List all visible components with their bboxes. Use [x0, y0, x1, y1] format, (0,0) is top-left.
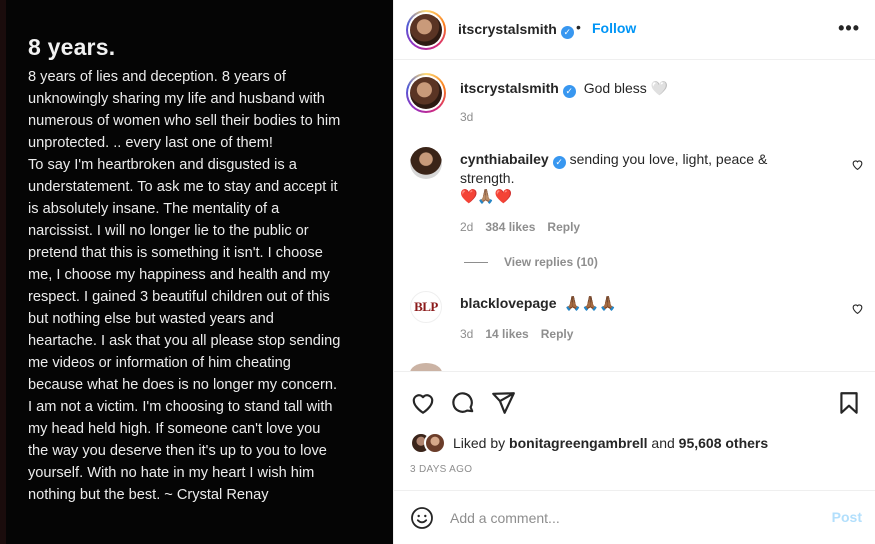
post-button[interactable]: Post [832, 509, 862, 525]
comment-username[interactable]: cynthiabailey [460, 151, 549, 167]
comment-time[interactable]: 3d [460, 327, 473, 341]
verified-badge-icon: ✓ [552, 156, 566, 169]
comment-body-line: sending you love, light, peace & [569, 151, 768, 167]
comment-meta: 3d 14 likes Reply [460, 327, 573, 341]
share-paper-plane-icon[interactable] [490, 390, 516, 416]
image-text-line: my head held high. If someone can't love… [28, 421, 321, 437]
image-title: 8 years. [28, 34, 116, 60]
post-sidebar: itscrystalsmith ✓ • Follow ••• itscrystal… [393, 0, 875, 544]
image-text-line: heartache. I ask that you all please sto… [28, 333, 341, 349]
image-text-line: but nothing else but wasted years and [28, 311, 274, 327]
comment-avatar-partial[interactable] [410, 363, 442, 371]
verified-badge-icon: ✓ [562, 85, 576, 98]
comment-avatar[interactable]: BLP [410, 291, 442, 323]
image-text-line: is absolutely insane. The mentality of a [28, 201, 280, 217]
image-text-line: respect. I gained 3 beautiful children o… [28, 289, 330, 305]
comment-input[interactable] [450, 507, 810, 529]
comment-text: blacklovepage 🙏🏾🙏🏾🙏🏾 [460, 294, 617, 312]
comment-meta: 2d 384 likes Reply [460, 220, 580, 234]
comment-bubble-icon[interactable] [450, 390, 476, 416]
comments-list[interactable]: itscrystalsmith ✓ God bless 🤍 3d cynthiab… [394, 61, 875, 371]
image-text-line: because what he does is no longer my con… [28, 377, 338, 393]
image-text-line: pretend that this is something it isn't.… [28, 245, 323, 261]
image-text-line: the way you deserve then it's up to you … [28, 443, 327, 459]
header-separator: • [576, 19, 581, 35]
image-text-line: I am not a victim. I'm choosing to stand… [28, 399, 333, 415]
image-text-line: numerous of women who sell their bodies … [28, 113, 341, 129]
likes-count-link[interactable]: 95,608 others [679, 435, 769, 451]
replies-divider [464, 262, 488, 264]
comment-text: cynthiabailey ✓ sending you love, light, … [460, 150, 767, 205]
post-image: 8 years. 8 years of lies and deception. … [0, 0, 393, 544]
comment-emoji: 🙏🏾🙏🏾🙏🏾 [564, 295, 617, 311]
reply-button[interactable]: Reply [547, 220, 580, 234]
image-text: 8 years of lies and deception. 8 years o… [28, 66, 373, 506]
view-replies-button[interactable]: View replies (10) [464, 255, 598, 269]
image-text-line: me, I choose my happiness and health and… [28, 267, 330, 283]
caption-text: God bless 🤍 [583, 80, 669, 96]
liked-by-user-link[interactable]: bonitagreengambrell [509, 435, 647, 451]
reply-button[interactable]: Reply [541, 327, 574, 341]
more-options-icon[interactable]: ••• [838, 18, 860, 39]
image-text-line: unknowingly sharing my life and husband … [28, 91, 325, 107]
add-comment-bar: Post [394, 490, 875, 544]
author-avatar[interactable] [406, 10, 446, 50]
caption-username[interactable]: itscrystalsmith [460, 80, 559, 96]
image-text-line: nothing but the best. ~ Crystal Renay [28, 487, 269, 503]
comment-username[interactable]: blacklovepage [460, 295, 557, 311]
username-label[interactable]: itscrystalsmith [458, 21, 557, 37]
liked-by-summary: Liked by bonitagreengambrell and 95,608 … [453, 435, 768, 451]
comment-avatar[interactable] [410, 147, 442, 179]
image-text-line: understatement. To ask me to stay and ac… [28, 179, 338, 195]
like-heart-icon[interactable] [410, 390, 436, 416]
caption-time[interactable]: 3d [460, 110, 473, 124]
comment-emoji: ❤️🙏🏽❤️ [460, 188, 513, 204]
liked-by-middle: and [647, 435, 679, 451]
verified-badge-icon: ✓ [560, 26, 574, 39]
comment-time[interactable]: 2d [460, 220, 473, 234]
like-comment-heart-icon[interactable] [851, 302, 864, 315]
caption-avatar[interactable] [406, 73, 446, 113]
post-actions: Liked by bonitagreengambrell and 95,608 … [394, 371, 875, 491]
image-text-line: 8 years of lies and deception. 8 years o… [28, 69, 286, 85]
comment-body-line: strength. [460, 170, 515, 186]
save-bookmark-icon[interactable] [836, 390, 862, 416]
liker-avatar[interactable] [424, 432, 446, 454]
like-comment-heart-icon[interactable] [851, 158, 864, 171]
comment-likes[interactable]: 384 likes [485, 220, 535, 234]
image-text-line: me videos or information of him cheating [28, 355, 291, 371]
image-text-line: To say I'm heartbroken and disgusted is … [28, 157, 297, 173]
author-username[interactable]: itscrystalsmith ✓ [458, 21, 574, 39]
view-replies-label[interactable]: View replies (10) [504, 255, 598, 269]
post-header: itscrystalsmith ✓ • Follow ••• [394, 0, 875, 60]
image-text-line: yourself. With no hate in my heart I wis… [28, 465, 315, 481]
emoji-icon[interactable] [410, 506, 434, 530]
comment-likes[interactable]: 14 likes [485, 327, 528, 341]
follow-button[interactable]: Follow [592, 20, 636, 36]
caption: itscrystalsmith ✓ God bless 🤍 [460, 80, 668, 98]
post-timestamp[interactable]: 3 DAYS AGO [410, 464, 472, 475]
image-edge [0, 0, 6, 544]
liked-by-prefix: Liked by [453, 435, 510, 451]
image-text-line: narcissist. I will no longer lie to the … [28, 223, 309, 239]
image-text-line: unprotected. .. every last one of them! [28, 135, 273, 151]
